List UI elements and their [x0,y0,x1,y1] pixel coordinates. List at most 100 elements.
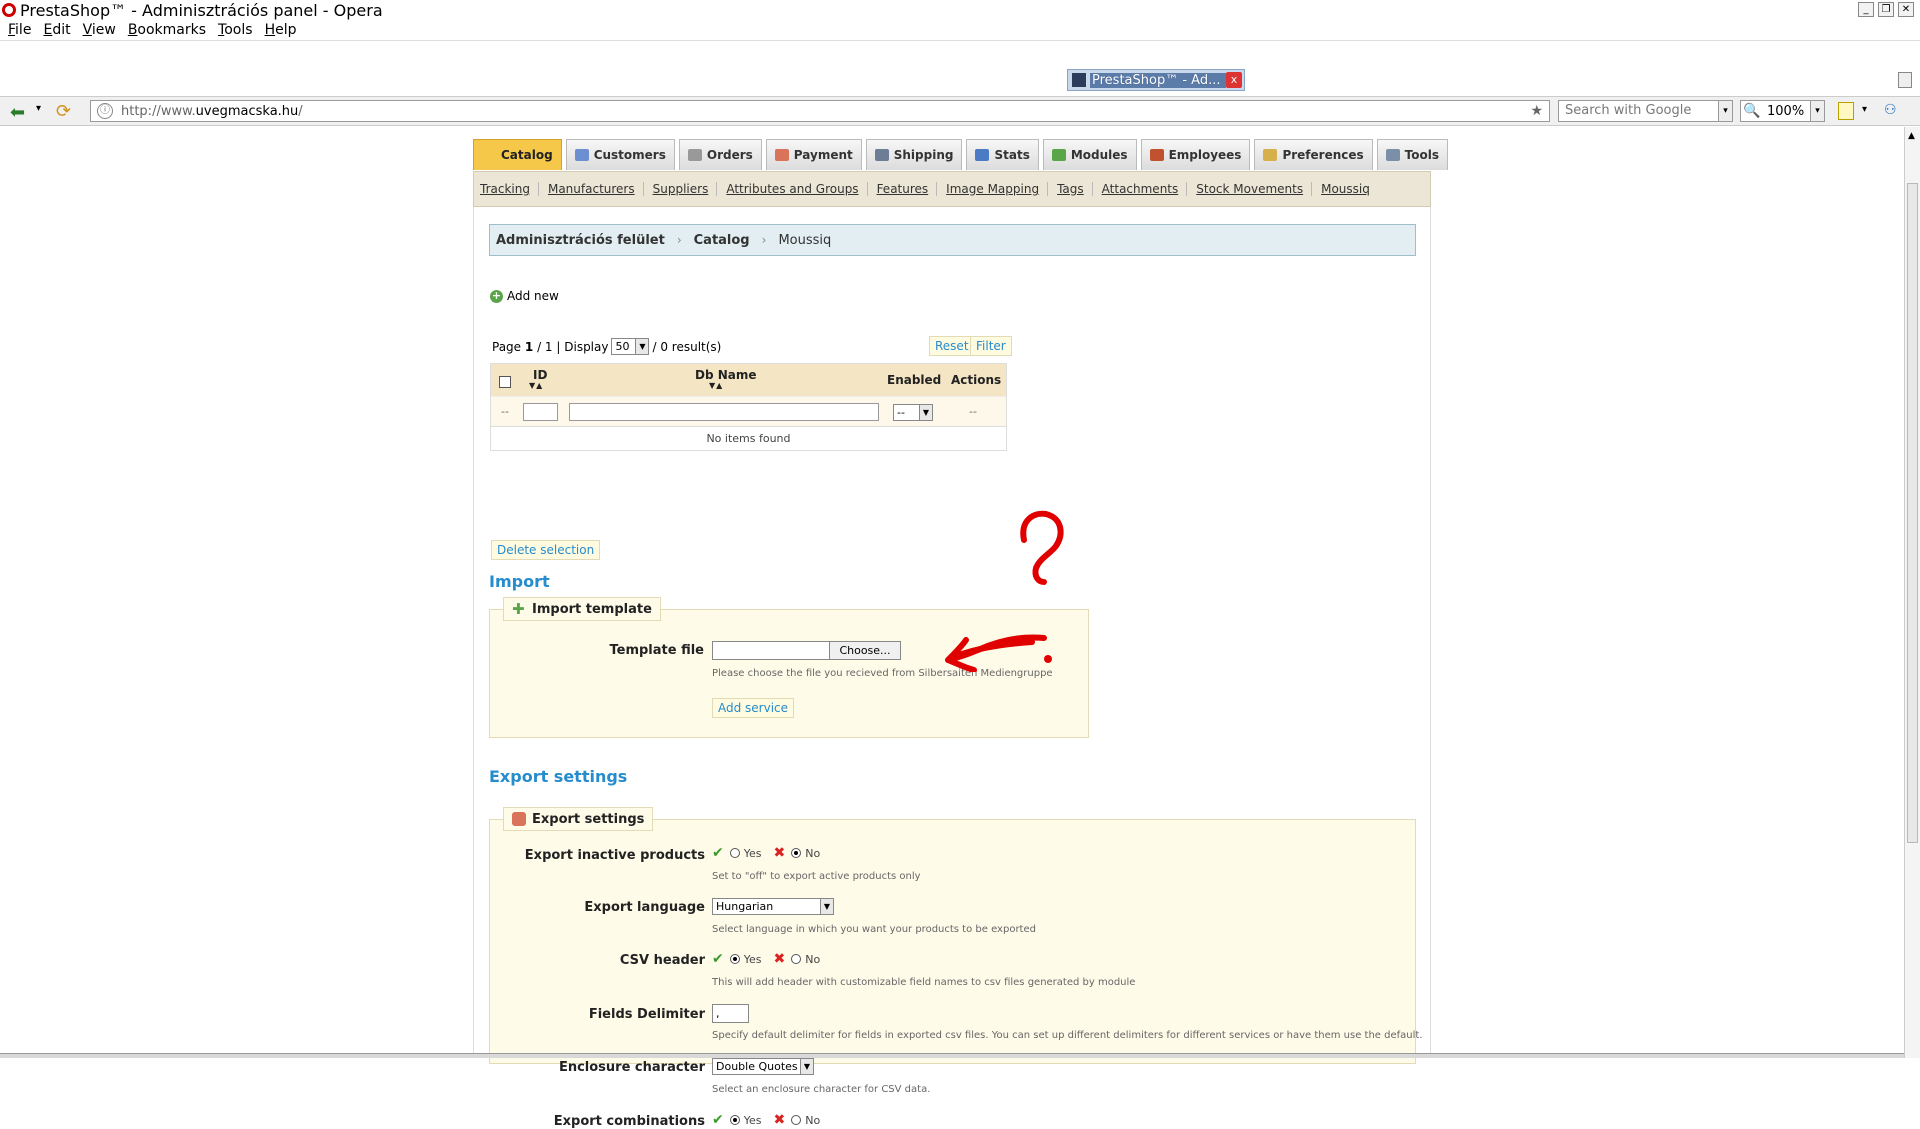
csv-header-no-radio[interactable] [791,954,802,964]
enabled-filter-select[interactable]: -- ▼ [893,404,933,421]
enabled-filter-value: -- [897,406,905,419]
export-inactive-no-label: No [805,846,821,860]
menu-file[interactable]: File [8,22,31,38]
close-window-icon[interactable]: ✕ [1898,2,1914,17]
menu-help[interactable]: Help [265,22,297,38]
fields-delimiter-label: Fields Delimiter [588,1007,705,1022]
export-icon [512,812,526,826]
cross-icon: ✖ [773,845,786,861]
zoom-magnifier-icon: 🔍 [1743,103,1761,119]
tab-preferences[interactable]: Preferences [1254,139,1373,170]
sort-dbname-arrows-icon[interactable]: ▼▲ [709,381,723,390]
csv-header-radio-group: ✔ Yes ✖ No [712,951,820,967]
subnav-image-mapping[interactable]: Image Mapping [946,182,1049,196]
chevron-down-icon: ▼ [635,339,649,354]
page-label: Page [492,339,522,354]
tab-shipping[interactable]: Shipping [865,139,963,170]
add-service-button[interactable]: Add service [712,698,795,718]
tab-label: Preferences [1282,148,1364,162]
export-combinations-no-radio[interactable] [791,1115,802,1125]
bookmark-star-icon[interactable]: ★ [1530,103,1543,119]
window-title: PrestaShop™ - Adminisztrációs panel - Op… [20,0,383,20]
breadcrumb-section[interactable]: Catalog [694,233,750,248]
scroll-up-icon[interactable]: ▲ [1908,131,1915,141]
breadcrumb-root[interactable]: Adminisztrációs felület [496,233,665,248]
prestashop-admin-page: Catalog Customers Orders Payment Shipping Sta… [473,127,1449,1129]
dbname-filter-input[interactable] [569,403,879,421]
browser-tab[interactable]: PrestaShop™ - Ad... x [1067,69,1245,91]
empty-message: No items found [491,426,1006,450]
reset-button[interactable]: Reset [929,336,975,356]
tab-employees[interactable]: Employees [1140,139,1251,170]
select-all-checkbox[interactable] [499,376,511,388]
tab-stats[interactable]: Stats [966,139,1039,170]
orders-icon [687,149,702,161]
back-arrow-icon[interactable]: ⬅ [10,102,25,123]
bottom-scrollbar[interactable] [0,1053,1904,1058]
tab-tools[interactable]: Tools [1376,139,1449,170]
page-scrollbar[interactable]: ▲ [1904,127,1920,1058]
notes-icon[interactable] [1838,102,1854,120]
subnav-suppliers[interactable]: Suppliers [653,182,718,196]
id-filter-input[interactable] [523,403,558,421]
choose-file-button[interactable]: Choose... [829,641,901,660]
fields-delimiter-input[interactable]: , [712,1004,749,1023]
back-history-dropdown-icon[interactable]: ▾ [36,103,41,114]
site-info-icon[interactable]: ⓘ [97,103,113,119]
restore-icon[interactable]: ❐ [1878,2,1894,17]
search-engine-dropdown-icon[interactable]: ▾ [1718,101,1732,121]
tab-orders[interactable]: Orders [678,139,762,170]
menu-tools[interactable]: Tools [218,22,253,38]
subnav-attributes-and-groups[interactable]: Attributes and Groups [726,182,868,196]
add-new-link[interactable]: + Add new [490,289,559,303]
subnav-features[interactable]: Features [877,182,938,196]
export-inactive-no-radio[interactable] [791,848,802,858]
subnav-tracking[interactable]: Tracking [480,182,539,196]
tab-payment[interactable]: Payment [765,139,862,170]
sort-id-arrows-icon[interactable]: ▼▲ [529,381,543,390]
subnav-tags[interactable]: Tags [1057,182,1093,196]
display-count-select[interactable]: 50 ▼ [611,338,650,355]
subnav-attachments[interactable]: Attachments [1102,182,1188,196]
tab-catalog[interactable]: Catalog [473,139,562,170]
export-language-select[interactable]: Hungarian ▼ [712,898,834,915]
address-bar[interactable]: ⓘ http://www.uvegmacska.hu/ ★ [90,100,1550,122]
export-inactive-yes-radio[interactable] [729,848,740,858]
subnav-moussiq[interactable]: Moussiq [1321,182,1378,196]
search-input[interactable]: Search with Google ▾ [1558,100,1733,122]
checkmark-icon: ✔ [712,1112,724,1128]
reload-icon[interactable]: ⟳ [56,101,71,122]
tools-icon [1385,149,1400,161]
zoom-dropdown-icon[interactable]: ▾ [1810,101,1824,121]
scrollbar-thumb[interactable] [1907,183,1918,843]
zoom-control[interactable]: 🔍 100% ▾ [1740,100,1825,122]
menu-edit[interactable]: Edit [43,22,70,38]
zoom-value: 100% [1767,103,1805,119]
opera-unite-icon[interactable]: ⚇ [1884,102,1906,120]
csv-header-yes-label: Yes [743,952,762,966]
annotation-drawing [945,510,1064,672]
delete-selection-button[interactable]: Delete selection [491,540,601,560]
export-title: Export settings [489,767,628,786]
menu-view[interactable]: View [83,22,116,38]
tab-modules[interactable]: Modules [1042,139,1137,170]
stats-icon [975,149,990,161]
breadcrumb-current: Moussiq [778,232,832,248]
subnav-stock-movements[interactable]: Stock Movements [1196,182,1313,196]
minimize-icon[interactable]: _ [1858,2,1874,17]
tab-strip: PrestaShop™ - Ad... x [0,40,1920,91]
tab-customers[interactable]: Customers [565,139,675,170]
breadcrumb-separator: › [761,233,767,247]
enclosure-select[interactable]: Double Quotes ▼ [712,1058,814,1075]
csv-header-yes-radio[interactable] [729,954,740,964]
import-title: Import [489,572,550,591]
subnav-manufacturers[interactable]: Manufacturers [548,182,644,196]
annotation-dot-icon [1044,655,1052,663]
export-combinations-yes-radio[interactable] [729,1115,740,1125]
filter-button[interactable]: Filter [970,336,1012,356]
tab-close-icon[interactable]: x [1226,72,1242,88]
menu-bookmarks[interactable]: Bookmarks [128,22,206,38]
notes-dropdown-icon[interactable]: ▾ [1862,104,1867,115]
trash-icon[interactable] [1898,72,1912,88]
column-actions: Actions [951,373,1002,387]
